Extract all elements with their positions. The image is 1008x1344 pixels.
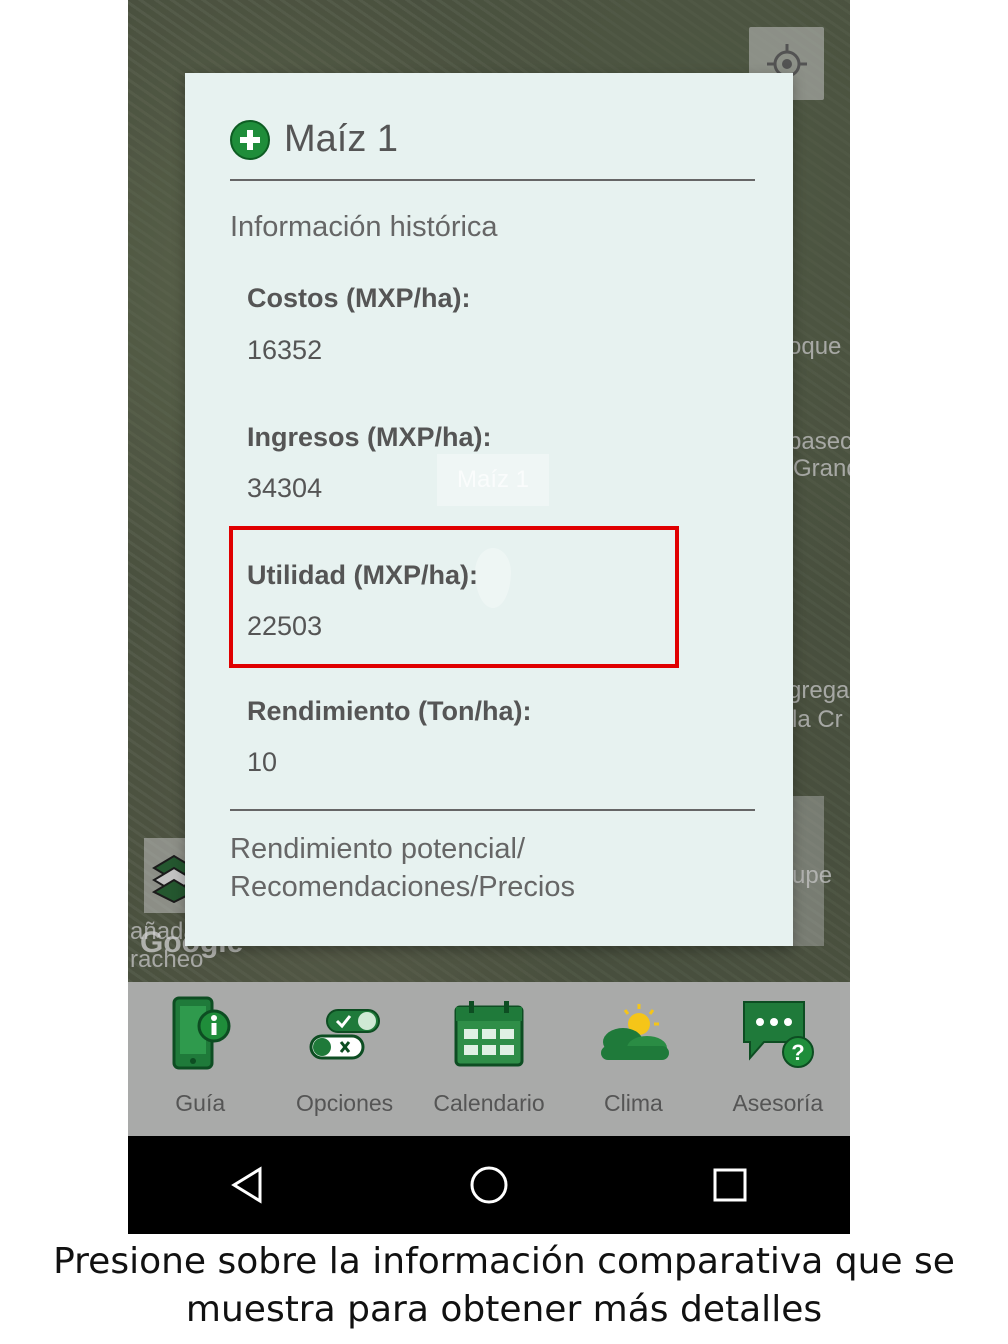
instruction-caption: Presione sobre la información comparativ…: [0, 1238, 1008, 1334]
field-label-ingresos: Ingresos (MXP/ha):: [247, 422, 492, 452]
caption-line1: Presione sobre la información comparativ…: [53, 1241, 955, 1282]
nav-label: Asesoría: [732, 1090, 824, 1116]
svg-text:?: ?: [791, 1040, 804, 1065]
dialog-header: Maíz 1: [230, 118, 398, 161]
field-label-rendimiento: Rendimiento (Ton/ha):: [247, 696, 532, 726]
calendar-icon: [449, 994, 529, 1074]
nav-item-opciones[interactable]: Opciones: [272, 982, 416, 1136]
nav-label: Opciones: [296, 1090, 394, 1116]
crop-info-dialog: Maíz 1 Maíz 1 Información histórica Cost…: [185, 73, 793, 946]
highlight-box-utilidad: [229, 526, 679, 668]
divider: [230, 809, 755, 811]
caption-line2: muestra para obtener más detalles: [185, 1289, 823, 1330]
plus-circle-icon[interactable]: [230, 119, 270, 160]
android-navigation-bar: [128, 1136, 850, 1234]
toggle-options-icon: [305, 994, 385, 1074]
nav-item-guia[interactable]: Guía: [128, 982, 272, 1136]
comparative-info-link[interactable]: Rendimiento potencial/ Recomendaciones/P…: [230, 830, 575, 906]
nav-item-clima[interactable]: Clima: [561, 982, 705, 1136]
field-value-costos: 16352: [247, 335, 323, 365]
nav-item-calendario[interactable]: Calendario: [417, 982, 561, 1136]
divider: [230, 179, 755, 181]
nav-label: Calendario: [433, 1090, 545, 1116]
field-value-ingresos: 34304: [247, 473, 323, 503]
footer-link-line2: Recomendaciones/Precios: [230, 871, 575, 903]
nav-item-asesoria[interactable]: ? Asesoría: [706, 982, 850, 1136]
chat-help-icon: ?: [738, 994, 818, 1074]
field-value-rendimiento: 10: [247, 747, 278, 777]
home-icon[interactable]: [469, 1165, 509, 1205]
nav-label: Clima: [604, 1090, 663, 1116]
weather-cloud-sun-icon: [593, 994, 673, 1074]
recents-icon[interactable]: [710, 1165, 750, 1205]
back-icon[interactable]: [228, 1165, 268, 1205]
nav-label: Guía: [175, 1090, 226, 1116]
footer-link-line1: Rendimiento potencial/: [230, 833, 526, 865]
phone-info-icon: [160, 994, 240, 1074]
bottom-navigation: Guía Opciones Calendario Clima ? Asesorí…: [128, 982, 850, 1136]
map-marker-label: Maíz 1: [437, 454, 549, 506]
section-title[interactable]: Información histórica: [230, 211, 498, 244]
phone-screen: Grand pasec oque grega la Cr upe añada r…: [128, 0, 850, 1234]
dialog-title: Maíz 1: [284, 118, 399, 160]
field-label-costos: Costos (MXP/ha):: [247, 283, 471, 313]
